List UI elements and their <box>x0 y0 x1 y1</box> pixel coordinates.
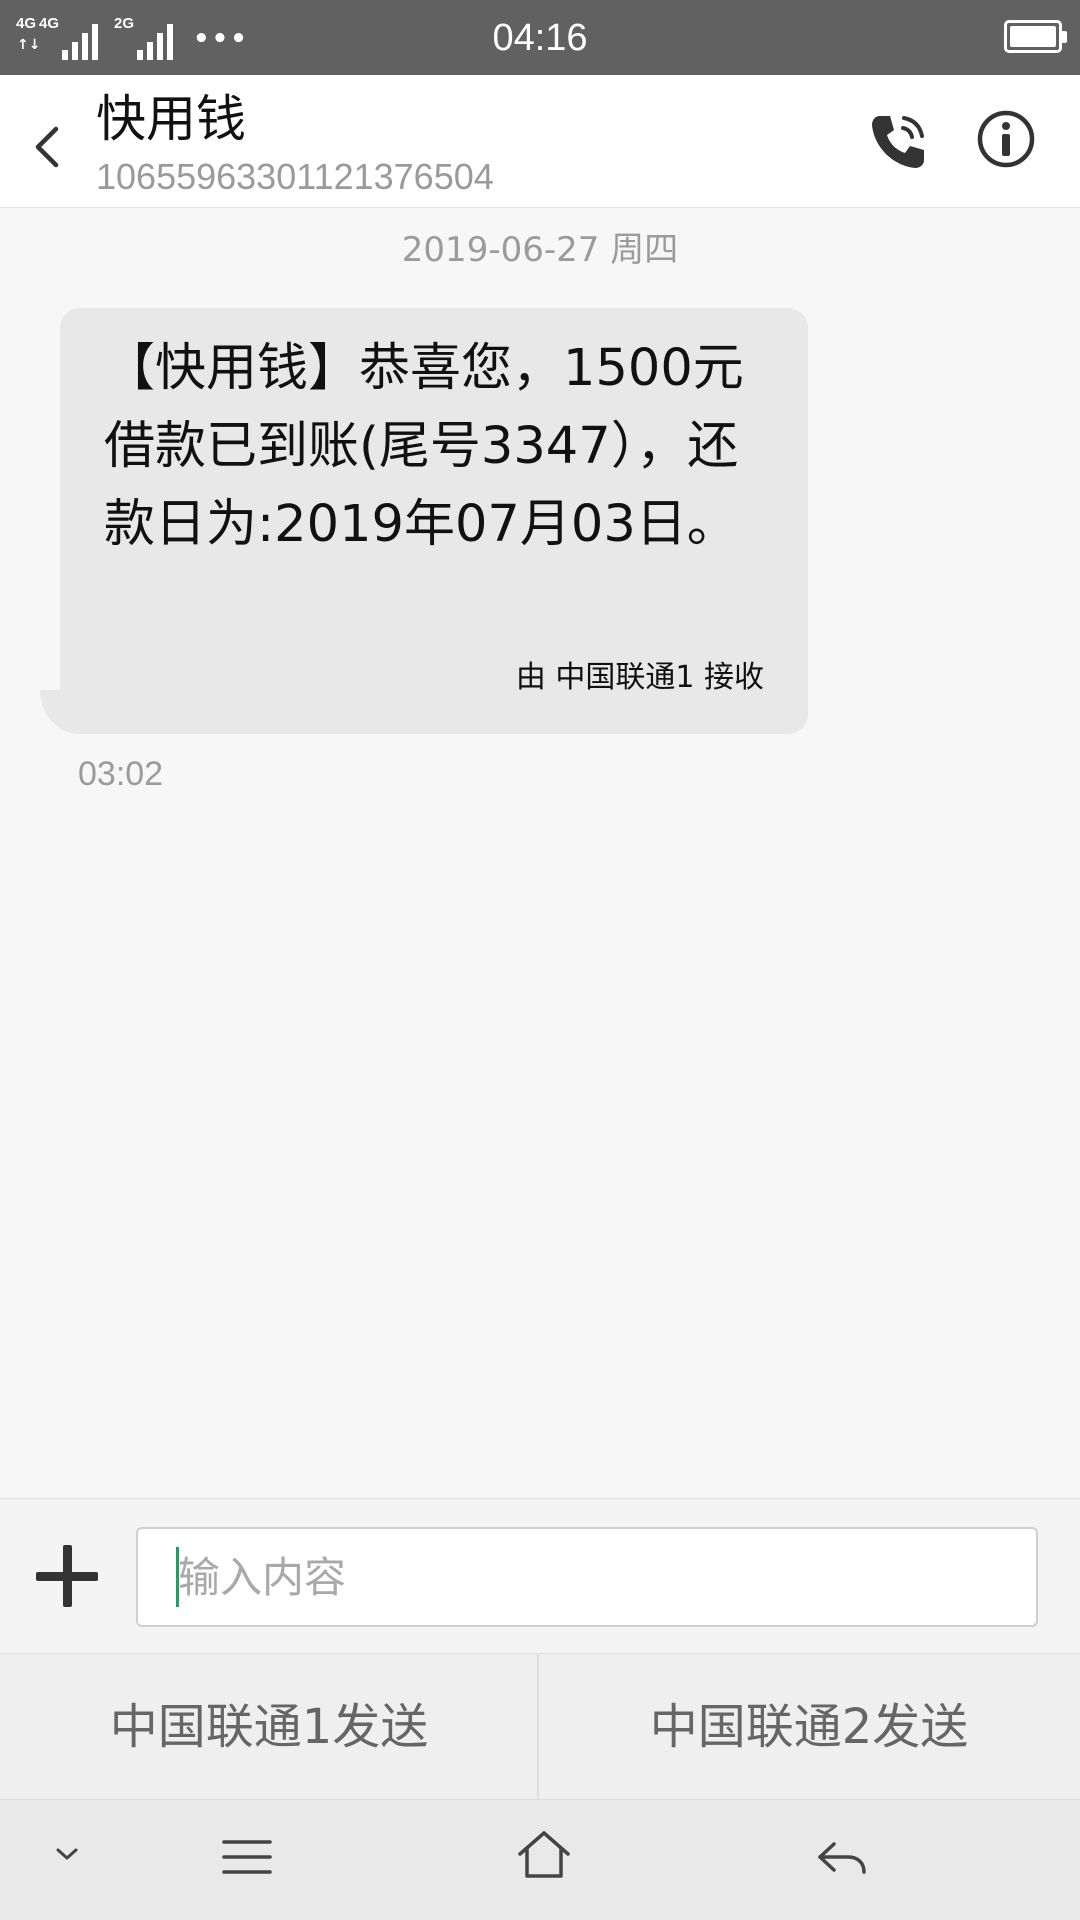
back-nav-button[interactable] <box>814 1832 868 1886</box>
back-button[interactable] <box>28 117 68 177</box>
message-text: 【快用钱】恭喜您，1500元借款已到账(尾号3347），还款日为:2019年07… <box>104 339 744 554</box>
call-button[interactable] <box>866 110 930 174</box>
send-sim2-button[interactable]: 中国联通2发送 <box>540 1654 1078 1800</box>
status-time: 04:16 <box>492 17 588 59</box>
message-bubble[interactable]: 【快用钱】恭喜您，1500元借款已到账(尾号3347），还款日为:2019年07… <box>60 308 808 734</box>
date-separator: 2019-06-27 周四 <box>401 230 679 270</box>
battery-level <box>1010 26 1056 47</box>
battery-icon <box>1004 20 1067 53</box>
plus-icon[interactable] <box>36 1545 98 1607</box>
phone-icon <box>872 116 924 168</box>
conversation-header: 快用钱 10655963301121376504 <box>0 75 1080 208</box>
navigation-bar <box>0 1799 1080 1920</box>
contact-number: 10655963301121376504 <box>96 156 494 197</box>
hide-nav-button[interactable] <box>50 1842 84 1870</box>
message-time: 03:02 <box>78 755 164 793</box>
info-button[interactable] <box>976 109 1036 169</box>
message-input[interactable] <box>136 1527 1038 1627</box>
text-caret <box>176 1547 179 1607</box>
info-icon <box>977 110 1035 168</box>
composer <box>0 1498 1080 1653</box>
send-sim1-button[interactable]: 中国联通1发送 <box>0 1654 538 1800</box>
menu-icon <box>222 1840 272 1874</box>
status-bar: 4G ↑↓ 4G 2G ••• 04:16 <box>0 0 1080 75</box>
contact-name: 快用钱 <box>96 90 246 148</box>
chevron-left-icon <box>35 126 59 168</box>
home-icon <box>518 1831 570 1878</box>
back-arrow-icon <box>818 1842 866 1874</box>
menu-button[interactable] <box>220 1832 274 1886</box>
message-receiver-label: 由 中国联通1 接收 <box>515 660 764 695</box>
chevron-down-icon <box>56 1848 78 1860</box>
send-divider <box>537 1654 539 1800</box>
home-button[interactable] <box>516 1828 572 1886</box>
send-buttons: 中国联通1发送 中国联通2发送 <box>0 1653 1080 1800</box>
